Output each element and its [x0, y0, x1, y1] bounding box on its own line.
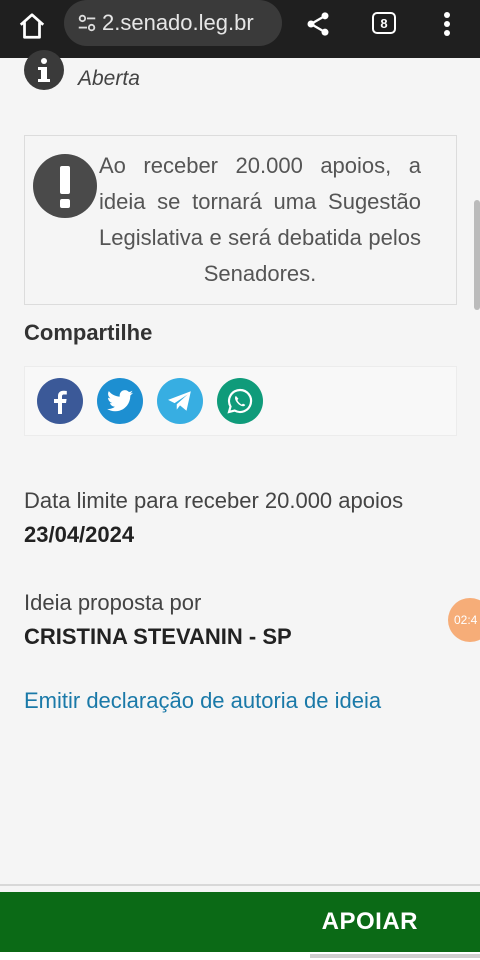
site-settings-icon[interactable] — [76, 12, 98, 34]
more-options-icon[interactable] — [432, 6, 462, 42]
scrollbar[interactable] — [474, 200, 480, 310]
url-text: 2.senado.leg.br — [102, 10, 254, 35]
home-icon[interactable] — [14, 8, 50, 44]
deadline-label: Data limite para receber 20.000 apoios — [24, 488, 404, 513]
notice-text: Ao receber 20.000 apoios, a ideia se tor… — [99, 153, 421, 286]
address-bar[interactable]: 2.senado.leg.br — [64, 0, 282, 46]
author-label: Ideia proposta por — [24, 590, 202, 615]
idea-status: Aberta — [78, 67, 140, 90]
whatsapp-icon — [227, 388, 253, 414]
exclamation-icon — [33, 154, 97, 218]
facebook-icon — [54, 390, 67, 414]
info-icon — [24, 50, 64, 90]
facebook-share-button[interactable] — [37, 378, 83, 424]
idea-status-row: Aberta — [24, 50, 140, 94]
browser-toolbar: 2.senado.leg.br 8 — [0, 0, 480, 58]
telegram-icon — [168, 391, 191, 411]
share-title: Compartilhe — [24, 320, 153, 345]
whatsapp-share-button[interactable] — [217, 378, 263, 424]
authorship-declaration-link[interactable]: Emitir declaração de autoria de ideia — [24, 688, 381, 714]
divider — [0, 884, 480, 886]
twitter-share-button[interactable] — [97, 378, 143, 424]
tab-count: 8 — [372, 12, 396, 34]
timer-text: 02:4 — [454, 613, 478, 627]
floating-timer[interactable]: 02:4 — [448, 598, 480, 642]
support-button[interactable]: APOIAR — [0, 892, 480, 952]
author-value: CRISTINA STEVANIN - SP — [24, 624, 292, 649]
share-buttons — [24, 366, 457, 436]
deadline-value: 23/04/2024 — [24, 522, 135, 547]
share-icon[interactable] — [300, 6, 336, 42]
telegram-share-button[interactable] — [157, 378, 203, 424]
gesture-bar — [0, 952, 480, 960]
support-button-label: APOIAR — [321, 908, 418, 935]
support-goal-notice: Ao receber 20.000 apoios, a ideia se tor… — [24, 135, 457, 305]
tab-switcher-button[interactable]: 8 — [368, 8, 400, 38]
twitter-icon — [107, 390, 133, 412]
